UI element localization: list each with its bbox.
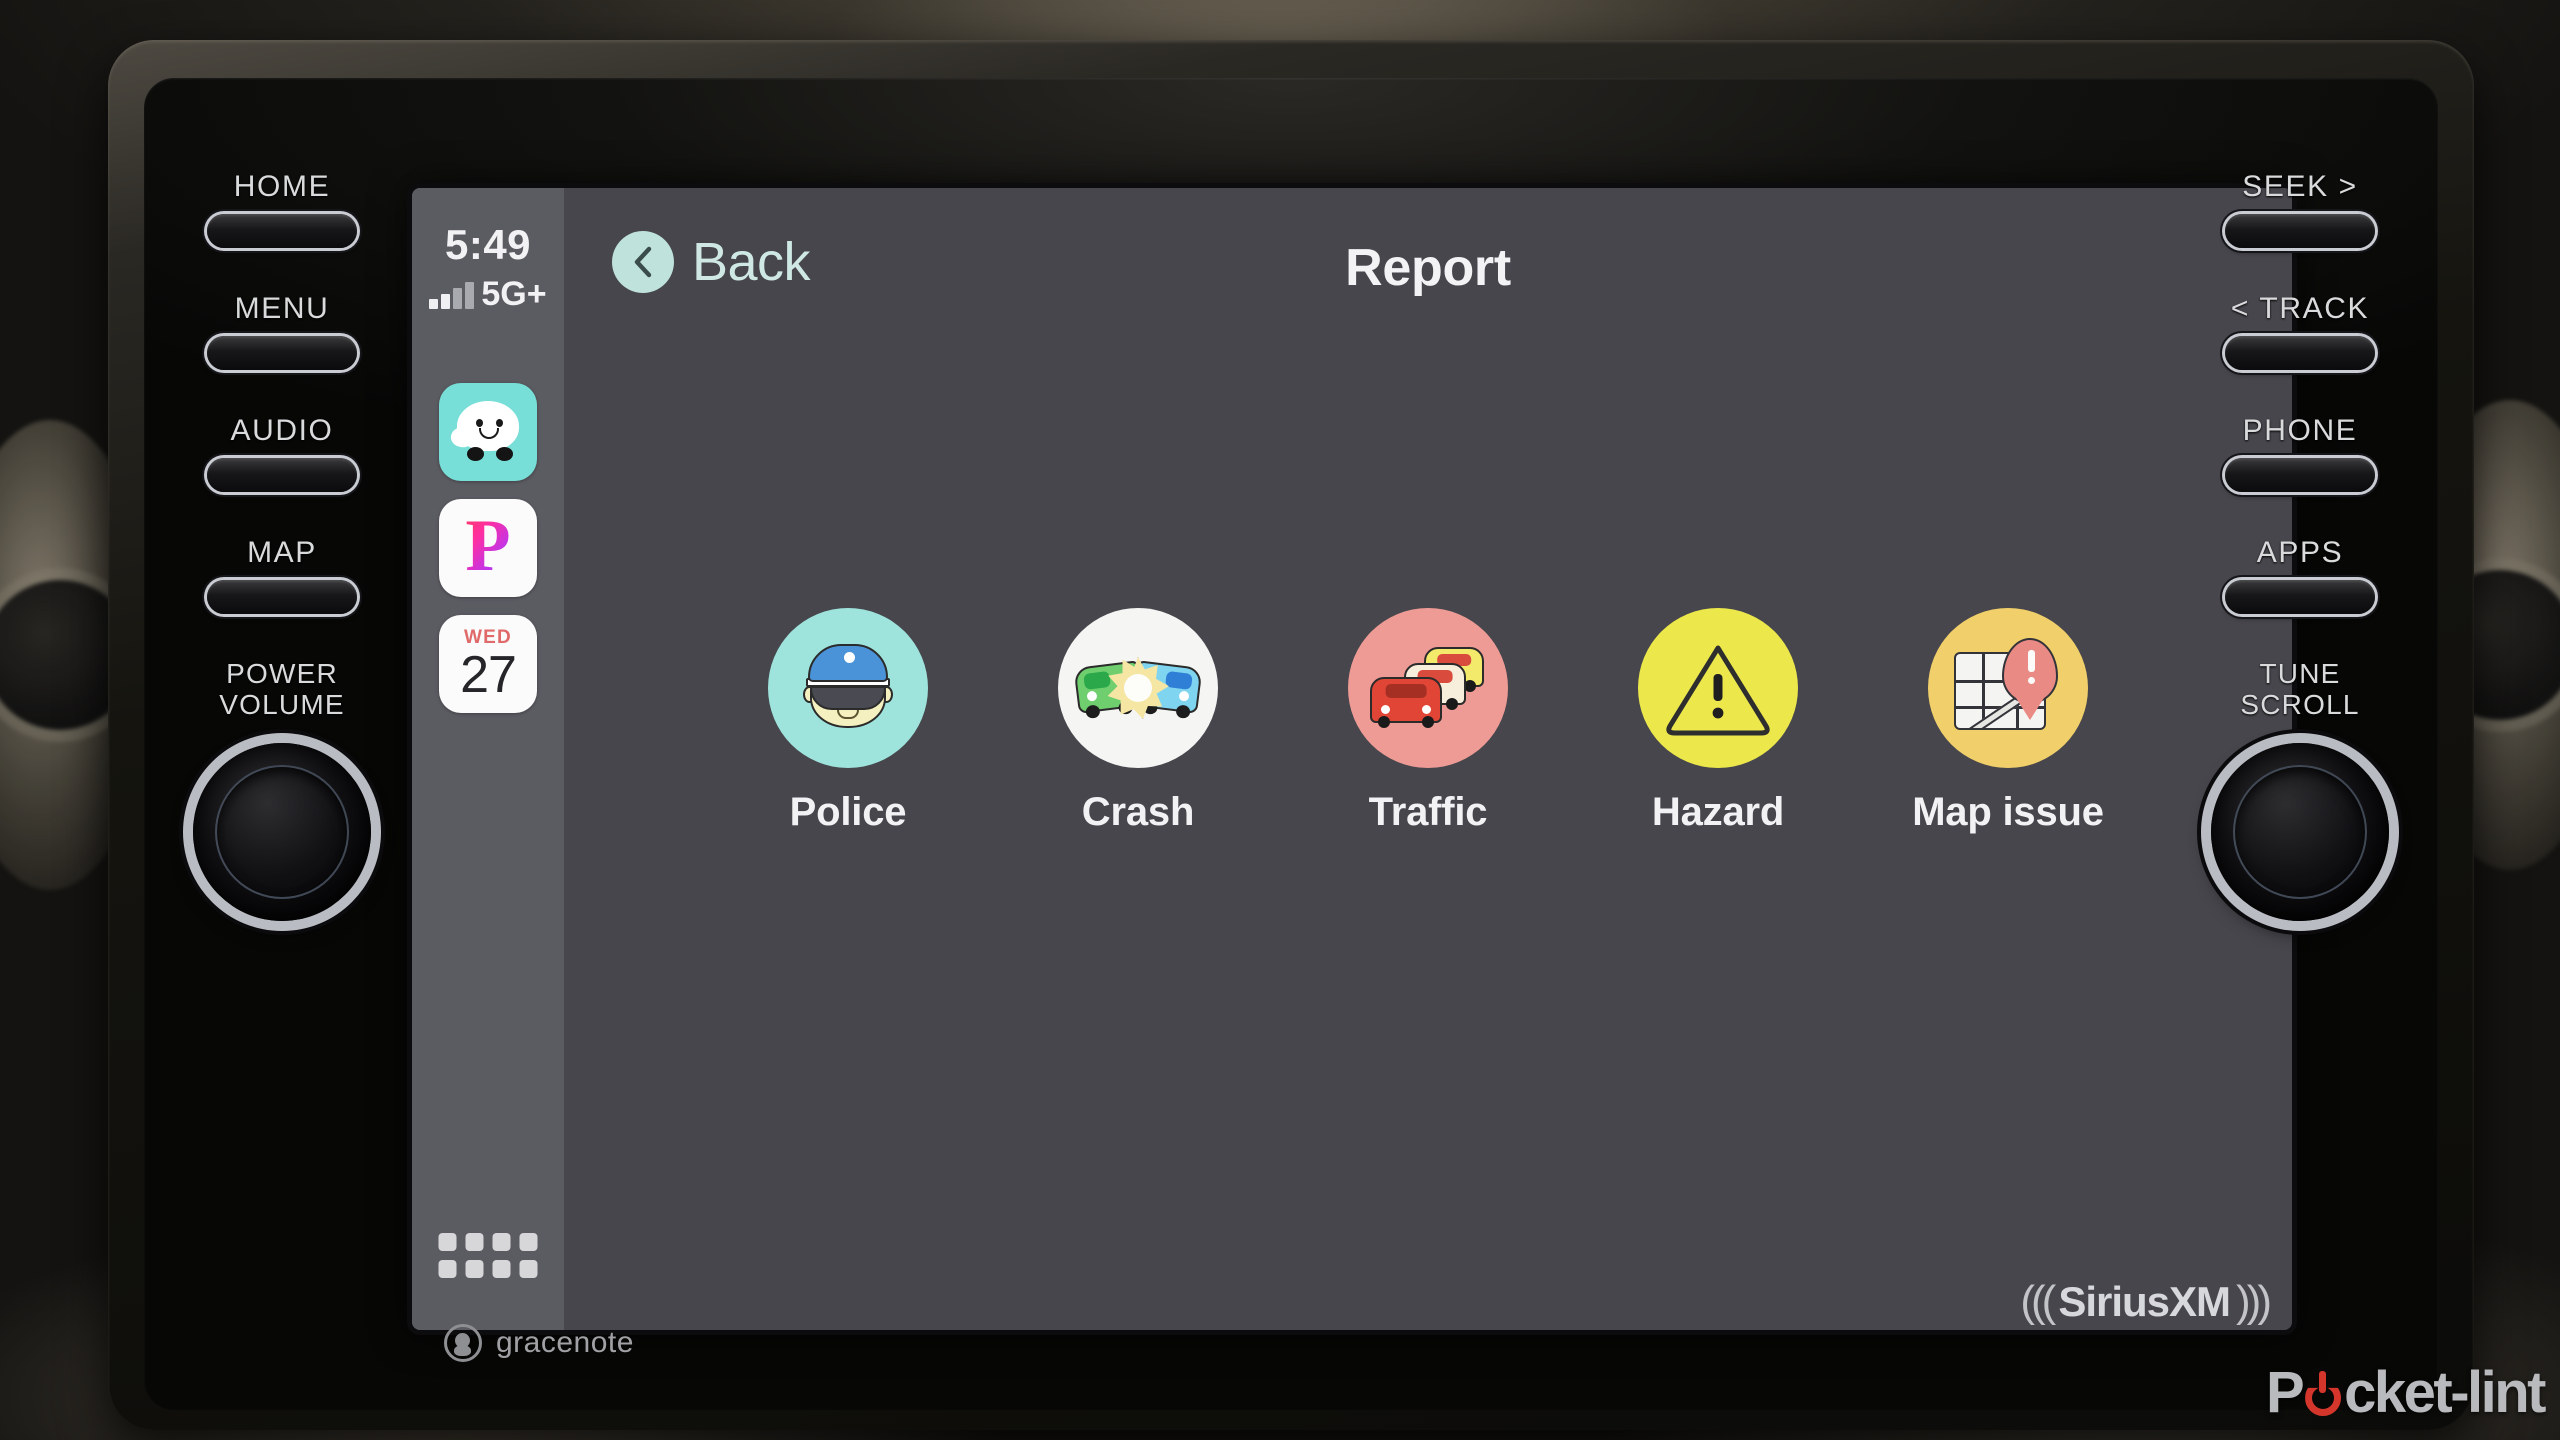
power-symbol-icon [2303,1371,2343,1416]
hardkey-track[interactable]: < TRACK [2180,292,2420,370]
head-unit: HOME MENU AUDIO MAP POWER VOLUME SEEK > [108,40,2474,1430]
power-volume-knob[interactable] [193,742,371,921]
traffic-icon [1348,608,1508,768]
police-icon [768,608,928,768]
hardkey-menu-button[interactable] [207,336,357,370]
carplay-main-pane: Back Report Police Crash Traffic Hazard … [564,188,2292,1330]
report-option-traffic-label: Traffic [1368,790,1488,834]
app-grid-icon[interactable] [438,1233,538,1278]
watermark-part2: cket-lint [2344,1360,2546,1425]
back-button[interactable]: Back [612,231,811,293]
hardkey-audio[interactable]: AUDIO [162,414,402,492]
app-top-bar: Back Report [564,188,2292,336]
hardkey-home[interactable]: HOME [162,170,402,248]
siriusxm-branding: ((( SiriusXM ))) [2020,1277,2272,1327]
report-option-map-issue-label: Map issue [1912,790,2104,834]
map-issue-icon [1928,608,2088,768]
pandora-icon: P [465,505,511,588]
hardkey-home-label: HOME [233,170,331,203]
sidebar-item-pandora[interactable]: P [439,499,537,598]
hardkey-phone-label: PHONE [2242,414,2358,447]
hardkey-audio-label: AUDIO [230,414,334,447]
report-option-police-label: Police [789,790,907,834]
hardkey-audio-button[interactable] [207,458,357,492]
touchscreen-display[interactable]: 5:49 5G+ P WED 27 Back Report Police Cra… [412,188,2292,1330]
hardkey-phone-button[interactable] [2225,458,2375,492]
hardkey-apps-button[interactable] [2225,580,2375,614]
siriusxm-label: SiriusXM [2058,1278,2231,1325]
left-hardkey-column: HOME MENU AUDIO MAP POWER VOLUME [162,170,402,921]
hardkey-map-label: MAP [247,536,317,569]
status-signal-row: 5G+ [429,275,547,313]
siriusxm-right-wave-icon: ))) [2236,1277,2272,1327]
hardkey-menu[interactable]: MENU [162,292,402,370]
back-button-label: Back [692,232,811,292]
hardkey-track-label: < TRACK [2230,292,2370,325]
report-option-traffic[interactable]: Traffic [1324,608,1532,835]
hardkey-seek-label: SEEK > [2242,170,2358,203]
report-option-hazard[interactable]: Hazard [1614,608,1822,835]
power-volume-knob-label-line1: POWER [226,658,338,689]
chevron-left-icon [612,231,674,293]
hardkey-home-button[interactable] [207,214,357,248]
report-option-police[interactable]: Police [744,608,952,835]
tune-scroll-knob-label-line2: SCROLL [2240,689,2360,721]
report-option-crash[interactable]: Crash [1034,608,1242,835]
status-clock: 5:49 [444,221,532,268]
crash-icon [1058,608,1218,768]
calendar-day-of-week: WED [464,626,512,648]
hardkey-seek[interactable]: SEEK > [2180,170,2420,248]
tune-scroll-knob-label-line1: TUNE [2259,658,2341,689]
calendar-icon: WED 27 [460,626,517,704]
report-option-hazard-label: Hazard [1651,790,1785,834]
hardkey-seek-button[interactable] [2225,214,2375,248]
hardkey-apps-label: APPS [2256,536,2344,569]
pocket-lint-watermark: P cket-lint [2265,1359,2547,1426]
watermark-part1: P [2265,1360,2305,1425]
hardkey-phone[interactable]: PHONE [2180,414,2420,492]
hardkey-map-button[interactable] [207,580,357,614]
hardkey-apps[interactable]: APPS [2180,536,2420,614]
sidebar-item-waze[interactable] [439,383,537,482]
siriusxm-left-wave-icon: ((( [2020,1277,2056,1327]
tune-scroll-knob[interactable] [2211,742,2389,921]
signal-strength-icon [429,281,475,310]
sidebar-item-calendar[interactable]: WED 27 [439,615,537,714]
head-unit-faceplate: HOME MENU AUDIO MAP POWER VOLUME SEEK > [144,78,2438,1410]
hazard-warning-icon [1638,608,1798,768]
waze-icon [448,401,525,463]
hardkey-menu-label: MENU [234,292,330,325]
sidebar-app-stack: P WED 27 [439,383,537,714]
gracenote-label: gracenote [496,1326,634,1359]
right-hardkey-column: SEEK > < TRACK PHONE APPS TUNE SCROLL [2180,170,2420,921]
gracenote-logo-icon [444,1324,482,1362]
hardkey-map[interactable]: MAP [162,536,402,614]
calendar-day-number: 27 [460,645,517,704]
network-type-label: 5G+ [481,275,547,313]
hardkey-track-button[interactable] [2225,336,2375,370]
page-title: Report [1345,239,1511,297]
carplay-sidebar: 5:49 5G+ P WED 27 [412,188,564,1330]
gracenote-branding: gracenote [444,1324,634,1362]
report-options-grid: Police Crash Traffic Hazard Map issue [564,608,2292,835]
report-option-map-issue[interactable]: Map issue [1904,608,2112,835]
power-volume-knob-label-line2: VOLUME [219,689,345,721]
report-option-crash-label: Crash [1081,790,1195,834]
